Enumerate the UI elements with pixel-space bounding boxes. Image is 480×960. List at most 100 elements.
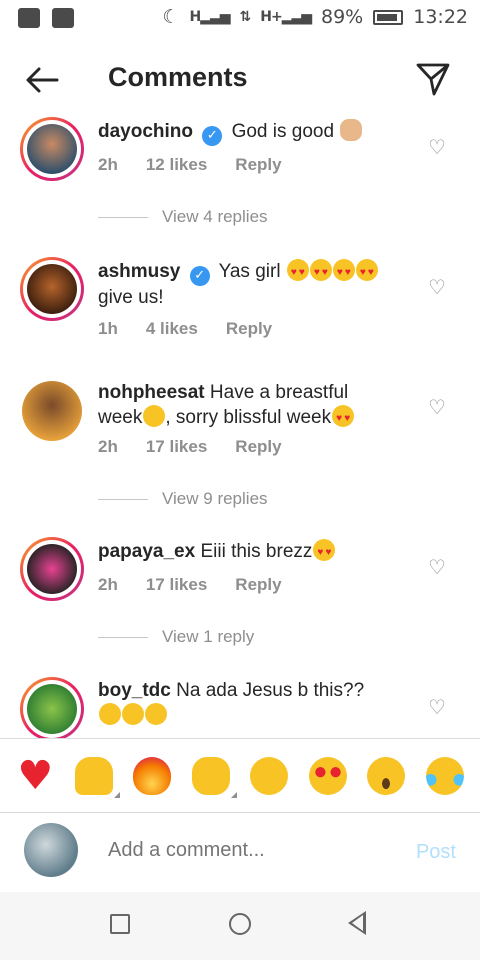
heart-eyes-emoji-icon (309, 259, 332, 285)
signal-1-icon: H▂▃▅ (189, 9, 230, 25)
status-indicators: ☾ H▂▃▅ ⇅ H+▂▃▅ 89% 13:22 (162, 6, 468, 28)
divider (98, 636, 148, 638)
divider (98, 498, 148, 500)
send-direct-icon[interactable] (416, 62, 450, 96)
crying-face-emoji-icon (143, 405, 166, 427)
comment-body-line2b: , sorry blissful week (165, 407, 332, 428)
header: Comments (0, 38, 480, 120)
comment-text: ashmusy ✓ Yas girl give us! (98, 259, 418, 310)
tears-of-joy-emoji-icon[interactable] (423, 754, 467, 798)
fire-emoji-icon[interactable] (130, 754, 174, 798)
back-arrow-icon[interactable] (24, 62, 60, 98)
username[interactable]: papaya_ex (98, 541, 195, 562)
recents-icon[interactable] (110, 914, 130, 934)
comment-body: Yas girl (218, 261, 281, 282)
avatar[interactable] (20, 379, 84, 443)
raised-hands-emoji-icon[interactable] (72, 754, 120, 798)
pulse-notification-icon (52, 8, 74, 28)
reply-button[interactable]: Reply (235, 575, 281, 595)
heart-eyes-emoji-icon (332, 259, 355, 285)
reply-button[interactable]: Reply (226, 319, 272, 339)
battery-percent: 89% (321, 6, 364, 28)
add-comment-bar: Post (0, 812, 480, 892)
notification-icons (18, 8, 74, 28)
clock: 13:22 (413, 6, 468, 28)
likes-count[interactable]: 12 likes (146, 155, 207, 175)
heart-eyes-emoji-icon (355, 259, 378, 285)
username[interactable]: dayochino (98, 121, 193, 142)
comment-meta: 2h 17 likes Reply (98, 437, 282, 457)
divider (98, 216, 148, 218)
comment-body: Eiii this brezz (200, 541, 313, 562)
comment-text: dayochino ✓ God is good (98, 119, 418, 146)
avatar[interactable] (20, 117, 84, 181)
view-replies-button[interactable]: View 1 reply (98, 627, 254, 647)
heart-eyes-emoji-icon (332, 405, 355, 431)
heart-eyes-emoji-icon (286, 259, 309, 285)
back-triangle-icon[interactable] (348, 911, 366, 935)
heart-eyes-emoji-icon (313, 539, 336, 565)
heart-outline-icon[interactable]: ♡ (428, 697, 448, 717)
comment-body-line2: give us! (98, 287, 164, 308)
post-button[interactable]: Post (416, 841, 456, 864)
system-nav-bar (0, 892, 480, 960)
avatar[interactable] (20, 677, 84, 738)
heart-outline-icon[interactable]: ♡ (428, 137, 448, 157)
comment-time: 2h (98, 575, 118, 594)
news-notification-icon (18, 8, 40, 28)
comment-body: Na ada Jesus b this?? (176, 680, 365, 701)
comment-meta: 2h 12 likes Reply (98, 155, 282, 175)
page-title: Comments (108, 62, 248, 92)
heart-outline-icon[interactable]: ♡ (428, 397, 448, 417)
verified-icon: ✓ (202, 126, 223, 146)
avatar[interactable] (20, 537, 84, 601)
comment-text: nohpheesat Have a breastful week , sorry … (98, 381, 418, 431)
view-replies-button[interactable]: View 4 replies (98, 207, 268, 227)
reply-button[interactable]: Reply (235, 437, 281, 457)
comment-text: boy_tdc Na ada Jesus b this?? (98, 679, 418, 728)
comment-input[interactable] (108, 839, 388, 862)
comment-text: papaya_ex Eiii this brezz (98, 539, 418, 565)
comment-body-line2: week (98, 407, 143, 428)
username[interactable]: boy_tdc (98, 680, 171, 701)
username[interactable]: ashmusy (98, 261, 180, 282)
reply-button[interactable]: Reply (235, 155, 281, 175)
likes-count[interactable]: 17 likes (146, 437, 207, 457)
likes-count[interactable]: 17 likes (146, 575, 207, 595)
avatar[interactable] (20, 257, 84, 321)
likes-count[interactable]: 4 likes (146, 319, 198, 339)
astonished-face-emoji-icon[interactable] (364, 754, 408, 798)
moon-icon: ☾ (162, 6, 180, 28)
heart-eyes-emoji-icon[interactable] (306, 754, 350, 798)
heart-emoji-icon[interactable]: ♥ (13, 754, 57, 798)
crying-face-emoji-icon[interactable] (247, 754, 291, 798)
emoji-quick-bar: ♥ (0, 738, 480, 812)
view-replies-button[interactable]: View 9 replies (98, 489, 268, 509)
comment-time: 1h (98, 319, 118, 338)
battery-icon (373, 9, 404, 25)
signal-2-icon: H+▂▃▅ (260, 9, 312, 25)
heart-outline-icon[interactable]: ♡ (428, 557, 448, 577)
weary-face-emoji-icon (99, 703, 121, 725)
weary-face-emoji-icon (145, 703, 167, 725)
home-icon[interactable] (229, 913, 251, 935)
comment-body: God is good (231, 121, 335, 142)
comments-list[interactable]: dayochino ✓ God is good 2h 12 likes Repl… (0, 113, 480, 738)
view-replies-label: View 9 replies (162, 489, 268, 508)
view-replies-label: View 1 reply (162, 627, 255, 646)
comment-time: 2h (98, 437, 118, 456)
data-arrows-icon: ⇅ (239, 9, 252, 25)
comment-meta: 1h 4 likes Reply (98, 319, 272, 339)
comment-body: Have a breastful (209, 382, 349, 403)
username[interactable]: nohpheesat (98, 382, 205, 403)
view-replies-label: View 4 replies (162, 207, 268, 226)
comment-meta: 2h 17 likes Reply (98, 575, 282, 595)
comment-time: 2h (98, 155, 118, 174)
status-bar: ☾ H▂▃▅ ⇅ H+▂▃▅ 89% 13:22 (0, 0, 480, 38)
verified-icon: ✓ (189, 266, 210, 286)
clapping-hands-emoji-icon (340, 119, 363, 141)
my-avatar (24, 823, 78, 877)
clapping-hands-emoji-icon[interactable] (189, 754, 237, 798)
heart-outline-icon[interactable]: ♡ (428, 277, 448, 297)
weary-face-emoji-icon (122, 703, 144, 725)
